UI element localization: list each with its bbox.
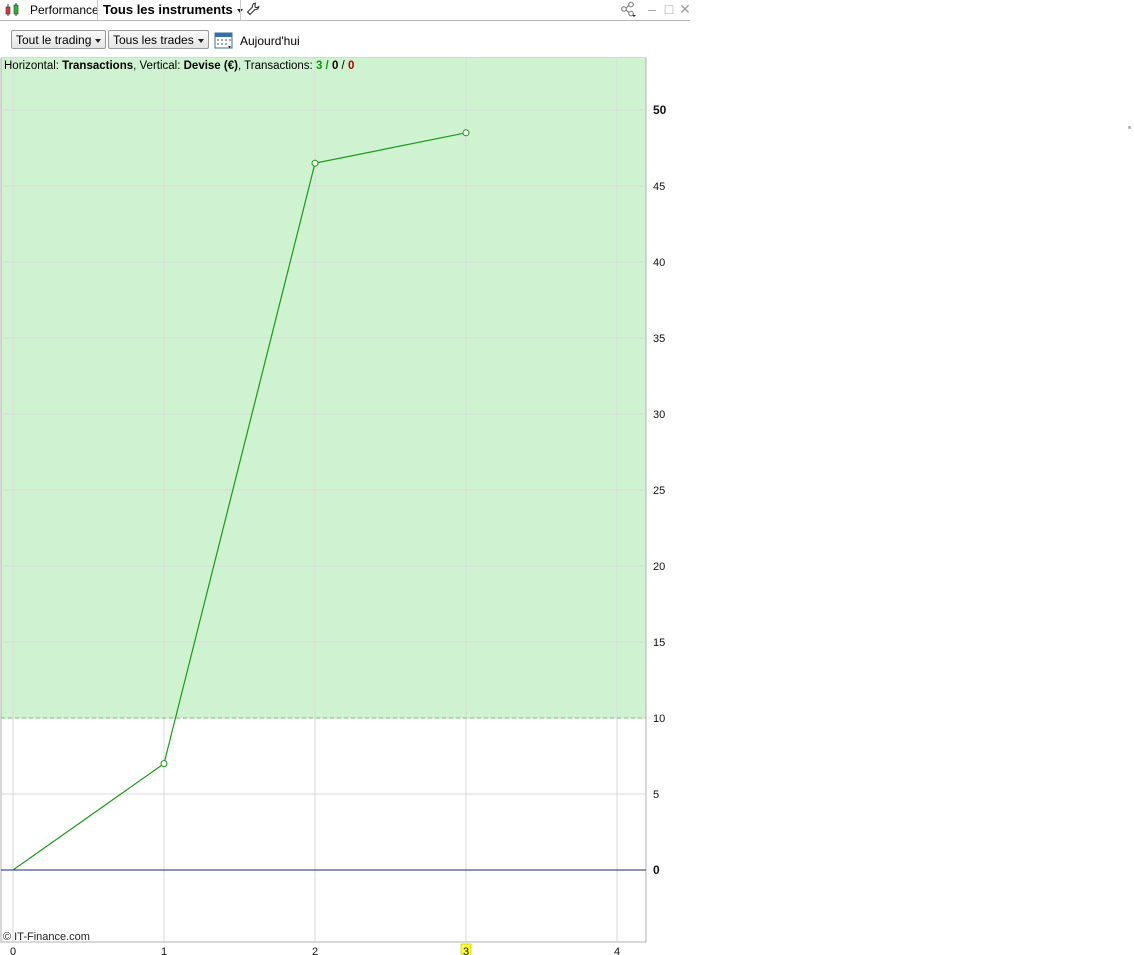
y-tick-label: 20 — [653, 561, 665, 573]
y-tick-label: 5 — [653, 789, 659, 801]
tab-separator — [240, 0, 241, 20]
horizontal-prefix: Horizontal: — [4, 60, 63, 72]
tab-bar: Performance Tous les instruments – □ ✕ — [0, 0, 693, 21]
x-tick-label: 2 — [312, 946, 318, 955]
trading-filter-dropdown[interactable]: Tout le trading — [11, 30, 107, 49]
x-tick-label: 1 — [161, 946, 167, 955]
share-icon[interactable] — [620, 1, 636, 17]
trades-filter-label: Tous les trades — [113, 33, 194, 47]
data-point[interactable] — [160, 760, 168, 768]
data-point[interactable] — [311, 159, 319, 167]
date-range-label[interactable]: Aujourd'hui — [240, 34, 300, 48]
vertical-prefix: , Vertical: — [133, 60, 184, 72]
y-tick-label: 35 — [653, 333, 665, 345]
data-point[interactable] — [462, 129, 470, 137]
chevron-down-icon — [95, 38, 102, 43]
instrument-select[interactable]: Tous les instruments — [103, 2, 243, 17]
losing-transactions-count: 0 — [347, 60, 355, 72]
maximize-icon[interactable]: □ — [661, 1, 677, 17]
y-tick-label: 15 — [653, 637, 665, 649]
y-tick-label: 40 — [653, 257, 665, 269]
trades-filter-dropdown[interactable]: Tous les trades — [108, 30, 209, 49]
candlestick-chart-icon — [5, 3, 19, 16]
tx-separator: / — [322, 60, 332, 72]
side-dot — [1128, 126, 1131, 129]
calendar-icon[interactable] — [214, 31, 234, 50]
minimize-icon[interactable]: – — [644, 1, 660, 17]
transactions-prefix: , Transactions: — [237, 60, 316, 72]
copyright-text: © IT-Finance.com — [3, 931, 90, 943]
chart-info-bar: Horizontal: Transactions, Vertical: Devi… — [4, 60, 354, 72]
close-icon[interactable]: ✕ — [677, 1, 693, 17]
instrument-select-label: Tous les instruments — [103, 2, 233, 17]
x-tick-label: 4 — [614, 946, 620, 955]
y-tick-label: 25 — [653, 485, 665, 497]
chevron-down-icon — [197, 38, 204, 43]
y-tick-label: 45 — [653, 181, 665, 193]
y-tick-label: 30 — [653, 409, 665, 421]
performance-chart[interactable]: 0 5 10 15 20 25 30 35 40 45 50 0 1 2 3 4 — [0, 57, 690, 955]
tab-title[interactable]: Performance — [30, 3, 99, 17]
tx-separator: / — [338, 60, 348, 72]
y-tick-label: 50 — [653, 103, 667, 117]
trading-filter-label: Tout le trading — [16, 33, 92, 47]
tab-separator — [97, 0, 98, 20]
vertical-axis-value: Devise (€) — [183, 60, 238, 72]
y-tick-label: 10 — [653, 713, 665, 725]
x-tick-label: 0 — [10, 946, 16, 955]
wrench-icon[interactable] — [246, 2, 260, 16]
y-tick-label: 0 — [653, 863, 660, 877]
horizontal-axis-value: Transactions — [62, 60, 134, 72]
x-tick-label: 3 — [463, 946, 469, 955]
profit-zone — [1, 58, 646, 718]
